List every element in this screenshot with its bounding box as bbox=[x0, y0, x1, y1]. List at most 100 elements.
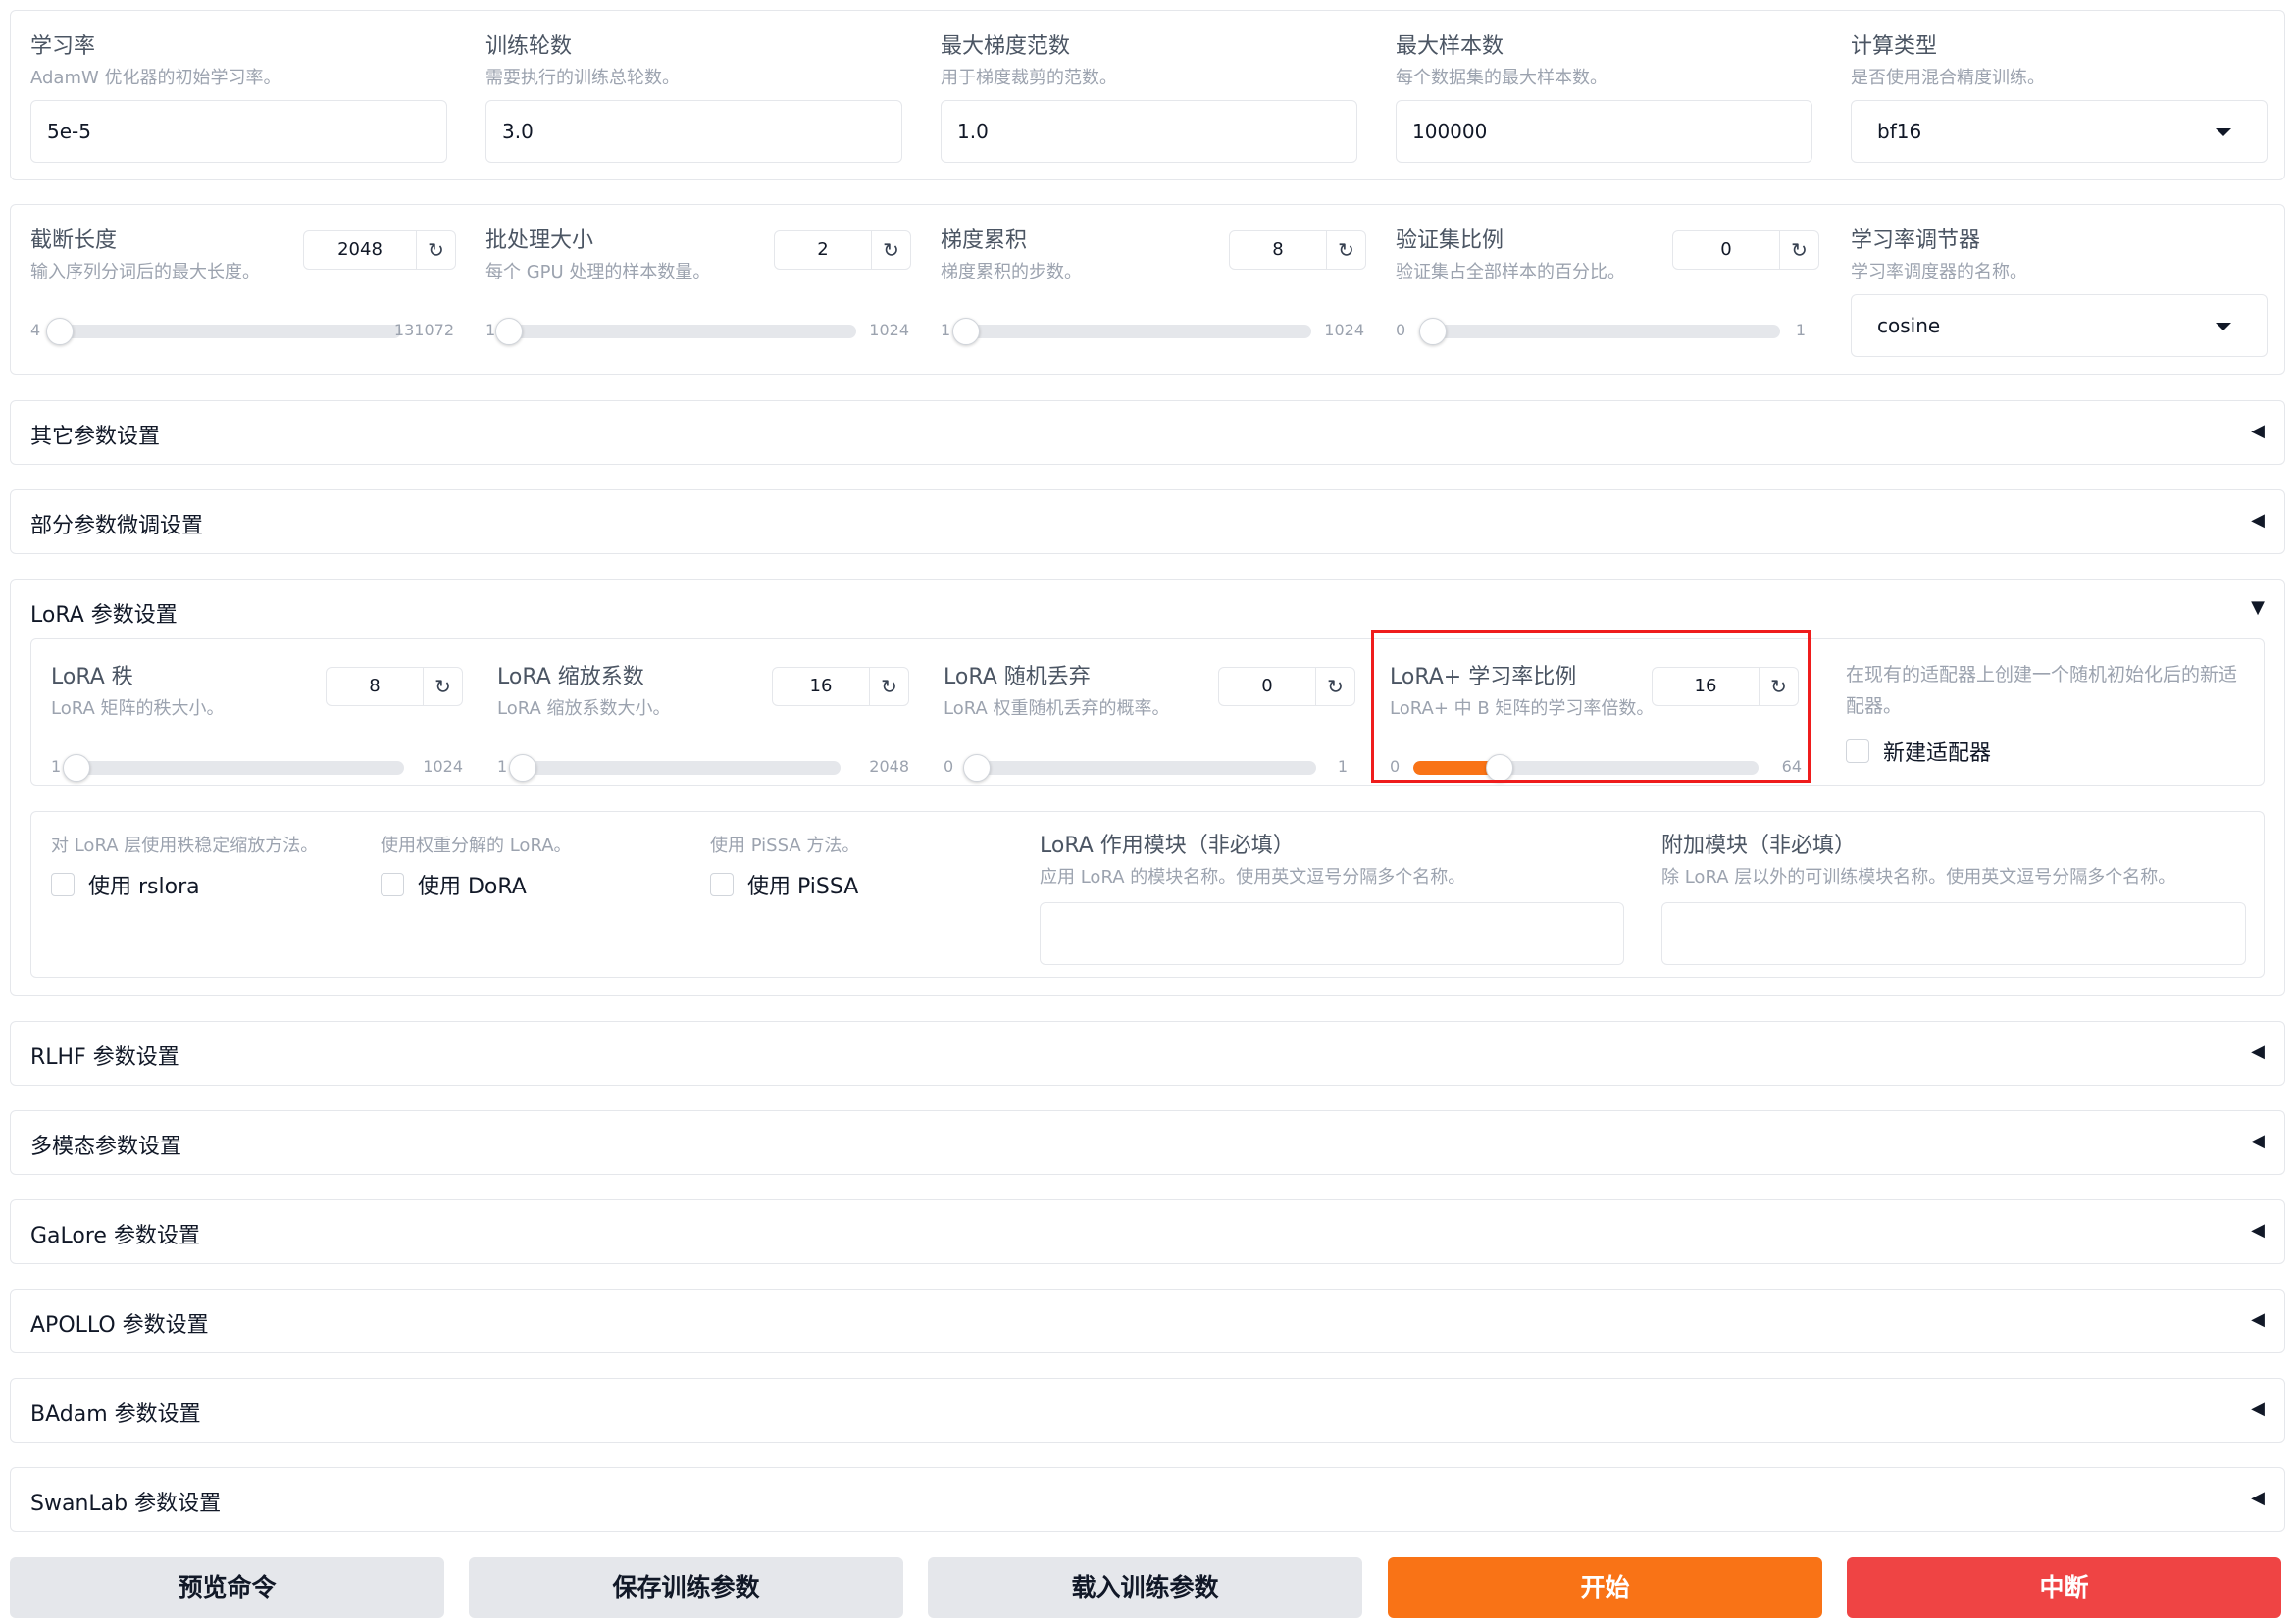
save-args-button[interactable]: 保存训练参数 bbox=[469, 1557, 903, 1618]
additional-target-input[interactable] bbox=[1661, 902, 2246, 965]
accordion-title: APOLLO 参数设置 bbox=[30, 1313, 209, 1338]
lora-dropout-info: LoRA 权重随机丢弃的概率。 bbox=[944, 698, 1170, 719]
load-args-button[interactable]: 载入训练参数 bbox=[928, 1557, 1362, 1618]
cutoff-len-number[interactable]: 2048 ↻ bbox=[303, 230, 456, 270]
batch-size-min: 1 bbox=[485, 321, 496, 339]
lora-accordion-title[interactable]: LoRA 参数设置 bbox=[30, 597, 178, 629]
val-size-number[interactable]: 0 ↻ bbox=[1672, 230, 1819, 270]
lora-alpha-slider[interactable] bbox=[521, 761, 841, 775]
cutoff-len-slider[interactable] bbox=[54, 325, 401, 338]
grad-accum-slider[interactable] bbox=[964, 325, 1311, 338]
lora-dropout-slider-thumb[interactable] bbox=[963, 754, 991, 782]
lora-dropout-label: LoRA 随机丢弃 bbox=[944, 665, 1091, 689]
batch-size-slider-thumb[interactable] bbox=[495, 318, 524, 345]
val-size-slider[interactable] bbox=[1423, 325, 1780, 338]
accordion-swanlab-params[interactable]: SwanLab 参数设置 ◀ bbox=[10, 1467, 2285, 1532]
val-size-value[interactable]: 0 bbox=[1673, 231, 1779, 269]
pissa-info: 使用 PiSSA 方法。 bbox=[710, 836, 860, 856]
pissa-checkbox[interactable] bbox=[710, 873, 734, 896]
max-grad-norm-info: 用于梯度裁剪的范数。 bbox=[941, 68, 1117, 88]
reset-icon[interactable]: ↻ bbox=[1779, 231, 1818, 269]
lora-target-input[interactable] bbox=[1040, 902, 1624, 965]
val-size-min: 0 bbox=[1396, 321, 1406, 339]
start-button[interactable]: 开始 bbox=[1388, 1557, 1822, 1618]
dora-checkbox[interactable] bbox=[381, 873, 404, 896]
reset-icon[interactable]: ↻ bbox=[416, 231, 455, 269]
abort-button[interactable]: 中断 bbox=[1847, 1557, 2281, 1618]
lora-alpha-slider-thumb[interactable] bbox=[509, 754, 537, 782]
cutoff-len-max: 131072 bbox=[393, 321, 454, 339]
val-size-label: 验证集比例 bbox=[1396, 228, 1504, 253]
create-new-adapter-checkbox[interactable] bbox=[1846, 739, 1869, 763]
preview-command-button[interactable]: 预览命令 bbox=[10, 1557, 444, 1618]
max-samples-label: 最大样本数 bbox=[1396, 34, 1504, 59]
cutoff-len-info: 输入序列分词后的最大长度。 bbox=[30, 262, 260, 282]
lora-rank-value[interactable]: 8 bbox=[327, 668, 423, 705]
lora-alpha-min: 1 bbox=[497, 757, 508, 776]
lora-dropout-value[interactable]: 0 bbox=[1219, 668, 1315, 705]
accordion-multimodal-params[interactable]: 多模态参数设置 ◀ bbox=[10, 1110, 2285, 1175]
max-grad-norm-label: 最大梯度范数 bbox=[941, 34, 1071, 59]
learning-rate-input[interactable]: 5e-5 bbox=[30, 100, 447, 163]
accordion-rlhf-params[interactable]: RLHF 参数设置 ◀ bbox=[10, 1021, 2285, 1086]
compute-type-value: bf16 bbox=[1877, 120, 1922, 143]
reset-icon[interactable]: ↻ bbox=[871, 231, 910, 269]
max-grad-norm-input[interactable]: 1.0 bbox=[941, 100, 1357, 163]
pissa-label[interactable]: 使用 PiSSA bbox=[747, 869, 858, 900]
accordion-extra-params[interactable]: 其它参数设置 ◀ bbox=[10, 400, 2285, 465]
accordion-badam-params[interactable]: BAdam 参数设置 ◀ bbox=[10, 1378, 2285, 1443]
batch-size-slider[interactable] bbox=[509, 325, 856, 338]
grad-accum-slider-thumb[interactable] bbox=[952, 318, 981, 345]
triangle-left-icon: ◀ bbox=[2251, 1220, 2265, 1241]
max-samples-input[interactable]: 100000 bbox=[1396, 100, 1812, 163]
compute-type-label: 计算类型 bbox=[1851, 34, 1938, 59]
lora-rank-slider[interactable] bbox=[75, 761, 404, 775]
compute-type-select[interactable]: bf16 bbox=[1851, 100, 2268, 163]
lora-dropout-min: 0 bbox=[944, 757, 954, 776]
rslora-label[interactable]: 使用 rslora bbox=[88, 869, 200, 900]
lora-rank-slider-thumb[interactable] bbox=[63, 754, 91, 782]
grad-accum-max: 1024 bbox=[1324, 321, 1364, 339]
lr-scheduler-select[interactable]: cosine bbox=[1851, 294, 2268, 357]
accordion-title: RLHF 参数设置 bbox=[30, 1045, 179, 1070]
reset-icon[interactable]: ↻ bbox=[869, 668, 908, 705]
triangle-left-icon: ◀ bbox=[2251, 1488, 2265, 1508]
accordion-freeze-params[interactable]: 部分参数微调设置 ◀ bbox=[10, 489, 2285, 554]
triangle-down-icon[interactable]: ▼ bbox=[2251, 597, 2265, 618]
epochs-label: 训练轮数 bbox=[485, 34, 573, 59]
lora-alpha-number[interactable]: 16 ↻ bbox=[772, 667, 909, 706]
lora-rank-number[interactable]: 8 ↻ bbox=[326, 667, 463, 706]
highlight-box bbox=[1371, 630, 1810, 783]
lora-rank-max: 1024 bbox=[423, 757, 463, 776]
lora-dropout-slider[interactable] bbox=[967, 761, 1316, 775]
epochs-info: 需要执行的训练总轮数。 bbox=[485, 68, 680, 88]
reset-icon[interactable]: ↻ bbox=[1326, 231, 1365, 269]
accordion-title: 部分参数微调设置 bbox=[30, 514, 204, 538]
create-new-adapter-info: 在现有的适配器上创建一个随机初始化后的新适配器。 bbox=[1846, 664, 2238, 717]
batch-size-value[interactable]: 2 bbox=[775, 231, 871, 269]
accordion-title: 多模态参数设置 bbox=[30, 1135, 182, 1159]
reset-icon[interactable]: ↻ bbox=[1315, 668, 1354, 705]
reset-icon[interactable]: ↻ bbox=[423, 668, 462, 705]
lora-alpha-value[interactable]: 16 bbox=[773, 668, 869, 705]
grad-accum-number[interactable]: 8 ↻ bbox=[1229, 230, 1366, 270]
lora-slider-row: LoRA 秩 LoRA 矩阵的秩大小。 8 ↻ 1 1024 LoRA 缩放系数… bbox=[30, 638, 2265, 786]
grad-accum-min: 1 bbox=[941, 321, 951, 339]
grad-accum-value[interactable]: 8 bbox=[1230, 231, 1326, 269]
cutoff-len-slider-thumb[interactable] bbox=[45, 318, 74, 345]
lr-scheduler-info: 学习率调度器的名称。 bbox=[1851, 262, 2027, 282]
dora-label[interactable]: 使用 DoRA bbox=[418, 869, 527, 900]
triangle-left-icon: ◀ bbox=[2251, 421, 2265, 441]
rslora-info: 对 LoRA 层使用秩稳定缩放方法。 bbox=[51, 836, 319, 856]
batch-size-number[interactable]: 2 ↻ bbox=[774, 230, 911, 270]
lora-target-info: 应用 LoRA 的模块名称。使用英文逗号分隔多个名称。 bbox=[1040, 867, 1466, 888]
create-new-adapter-label[interactable]: 新建适配器 bbox=[1883, 736, 1991, 767]
rslora-checkbox[interactable] bbox=[51, 873, 75, 896]
epochs-input[interactable]: 3.0 bbox=[485, 100, 902, 163]
accordion-galore-params[interactable]: GaLore 参数设置 ◀ bbox=[10, 1199, 2285, 1264]
lora-dropout-number[interactable]: 0 ↻ bbox=[1218, 667, 1355, 706]
cutoff-len-value[interactable]: 2048 bbox=[304, 231, 416, 269]
val-size-info: 验证集占全部样本的百分比。 bbox=[1396, 262, 1625, 282]
val-size-slider-thumb[interactable] bbox=[1419, 318, 1447, 345]
accordion-apollo-params[interactable]: APOLLO 参数设置 ◀ bbox=[10, 1289, 2285, 1353]
